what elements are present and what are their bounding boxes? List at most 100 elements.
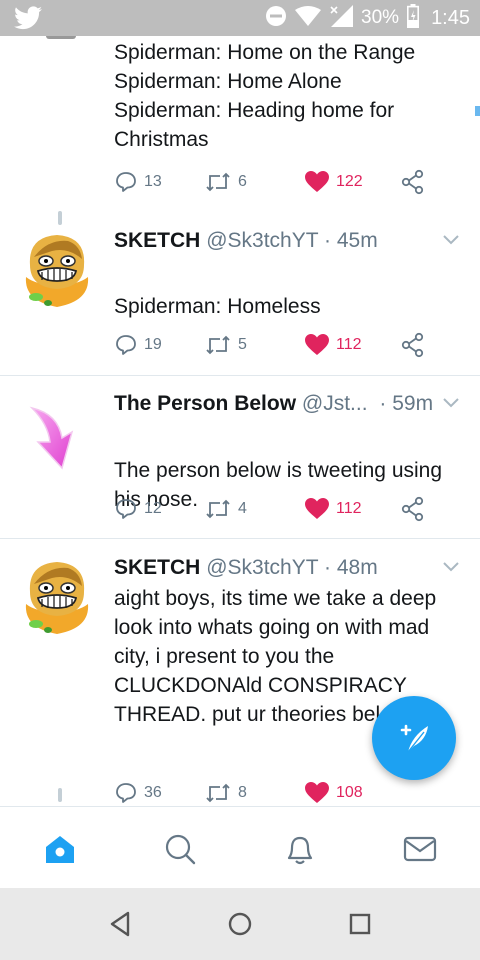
wifi-icon (295, 5, 322, 31)
search-icon (165, 834, 196, 865)
tab-search[interactable] (160, 829, 200, 869)
tab-home[interactable] (40, 829, 80, 869)
tweet-actions: 36 8 108 (114, 778, 454, 806)
tweet-divider (0, 538, 480, 539)
battery-percent: 30% (361, 7, 400, 28)
tweet-person-below[interactable]: The Person Below @Jst... · 59m The perso… (0, 392, 480, 538)
tab-notifications[interactable] (280, 829, 320, 869)
display-name[interactable]: The Person Below (114, 392, 296, 415)
back-button[interactable] (102, 906, 138, 942)
like-count: 122 (336, 173, 363, 190)
retweet-icon (206, 499, 230, 519)
timeline-feed[interactable]: Spiderman: Home on the Range Spiderman: … (0, 36, 480, 806)
tweet-header: SKETCH @Sk3tchYT · 48m (114, 556, 378, 580)
like-heart-icon (305, 171, 329, 192)
separator-dot: · (324, 229, 332, 252)
share-icon (401, 496, 424, 522)
tweet-text-line: city, i present to you the (114, 645, 335, 668)
retweet-button[interactable]: 5 (204, 330, 247, 360)
like-heart-icon (305, 334, 329, 355)
like-button[interactable]: 108 (304, 778, 363, 806)
retweet-count: 8 (238, 784, 247, 801)
tweet-text-line: Christmas (114, 128, 209, 151)
messages-envelope-icon (403, 836, 437, 862)
reply-icon (116, 335, 136, 355)
avatar[interactable] (18, 231, 96, 309)
retweet-count: 4 (238, 500, 247, 517)
tweet-header: SKETCH @Sk3tchYT · 45m (114, 229, 378, 253)
tweet-sketch-homeless[interactable]: SKETCH @Sk3tchYT · 45m Spiderman: Homele… (0, 229, 480, 374)
retweet-icon (206, 335, 230, 355)
retweet-count: 6 (238, 173, 247, 190)
tweet-spiderman-puns[interactable]: Spiderman: Home on the Range Spiderman: … (0, 36, 480, 212)
tweet-header: The Person Below @Jst... · 59m (114, 392, 433, 416)
like-button[interactable]: 112 (304, 330, 362, 360)
chevron-down-icon[interactable] (442, 396, 460, 414)
tweet-text-line: Spiderman: Home on the Range (114, 41, 416, 64)
twitter-bird-icon (14, 6, 42, 35)
tweet-text: Spiderman: Home on the Range Spiderman: … (114, 38, 464, 154)
tab-messages[interactable] (400, 829, 440, 869)
share-icon (401, 169, 424, 195)
separator-dot: · (324, 556, 332, 579)
retweet-button[interactable]: 4 (204, 494, 247, 524)
user-handle[interactable]: @Jst... (302, 392, 368, 415)
recents-button[interactable] (342, 906, 378, 942)
retweet-count: 5 (238, 336, 247, 353)
like-button[interactable]: 112 (304, 494, 362, 524)
like-count: 112 (336, 336, 362, 353)
reply-button[interactable]: 12 (114, 494, 162, 524)
share-button[interactable] (400, 167, 426, 197)
home-nav-button[interactable] (222, 906, 258, 942)
chevron-down-icon[interactable] (442, 560, 460, 578)
tweet-time: 59m (392, 392, 434, 415)
separator-dot: · (379, 392, 387, 415)
reply-icon (116, 172, 136, 192)
like-count: 112 (336, 500, 362, 517)
reply-icon (116, 499, 136, 519)
avatar[interactable] (18, 558, 96, 636)
reply-button[interactable]: 36 (114, 778, 162, 806)
compose-tweet-icon (400, 724, 428, 753)
retweet-icon (206, 783, 230, 803)
retweet-button[interactable]: 6 (204, 167, 247, 197)
recents-square-icon (349, 913, 371, 935)
reply-count: 12 (144, 500, 162, 517)
share-icon (401, 332, 424, 358)
display-name[interactable]: SKETCH (114, 556, 200, 579)
notifications-bell-icon (287, 836, 313, 865)
reply-button[interactable]: 19 (114, 330, 162, 360)
retweet-button[interactable]: 8 (204, 778, 247, 806)
chevron-down-icon[interactable] (442, 233, 460, 251)
like-heart-icon (305, 498, 329, 519)
back-triangle-icon (110, 911, 130, 937)
reply-icon (116, 783, 136, 803)
user-handle[interactable]: @Sk3tchYT (206, 556, 318, 579)
reply-count: 13 (144, 173, 162, 190)
thread-line (58, 788, 62, 802)
reply-button[interactable]: 13 (114, 167, 162, 197)
like-button[interactable]: 122 (304, 167, 363, 197)
share-button[interactable] (400, 330, 426, 360)
tweet-text: Spiderman: Homeless (114, 295, 321, 318)
share-button[interactable] (400, 494, 426, 524)
tweet-time: 45m (336, 229, 378, 252)
compose-tweet-button[interactable] (372, 696, 456, 780)
system-nav-bar (0, 888, 480, 960)
tweet-text-line: Spiderman: Heading home for (114, 99, 395, 122)
reply-count: 36 (144, 784, 162, 801)
avatar[interactable] (18, 398, 96, 476)
tweet-text-line: Spiderman: Home Alone (114, 70, 342, 93)
reply-count: 19 (144, 336, 162, 353)
status-bar: 30% 1:45 (0, 0, 480, 36)
signal-icon (329, 4, 354, 32)
tweet-divider (0, 375, 480, 376)
like-count: 108 (336, 784, 363, 801)
do-not-disturb-icon (265, 5, 287, 32)
home-icon (46, 836, 74, 863)
tweet-actions: 19 5 112 (114, 330, 454, 360)
like-heart-icon (305, 782, 329, 803)
user-handle[interactable]: @Sk3tchYT (206, 229, 318, 252)
retweet-icon (206, 172, 230, 192)
display-name[interactable]: SKETCH (114, 229, 200, 252)
